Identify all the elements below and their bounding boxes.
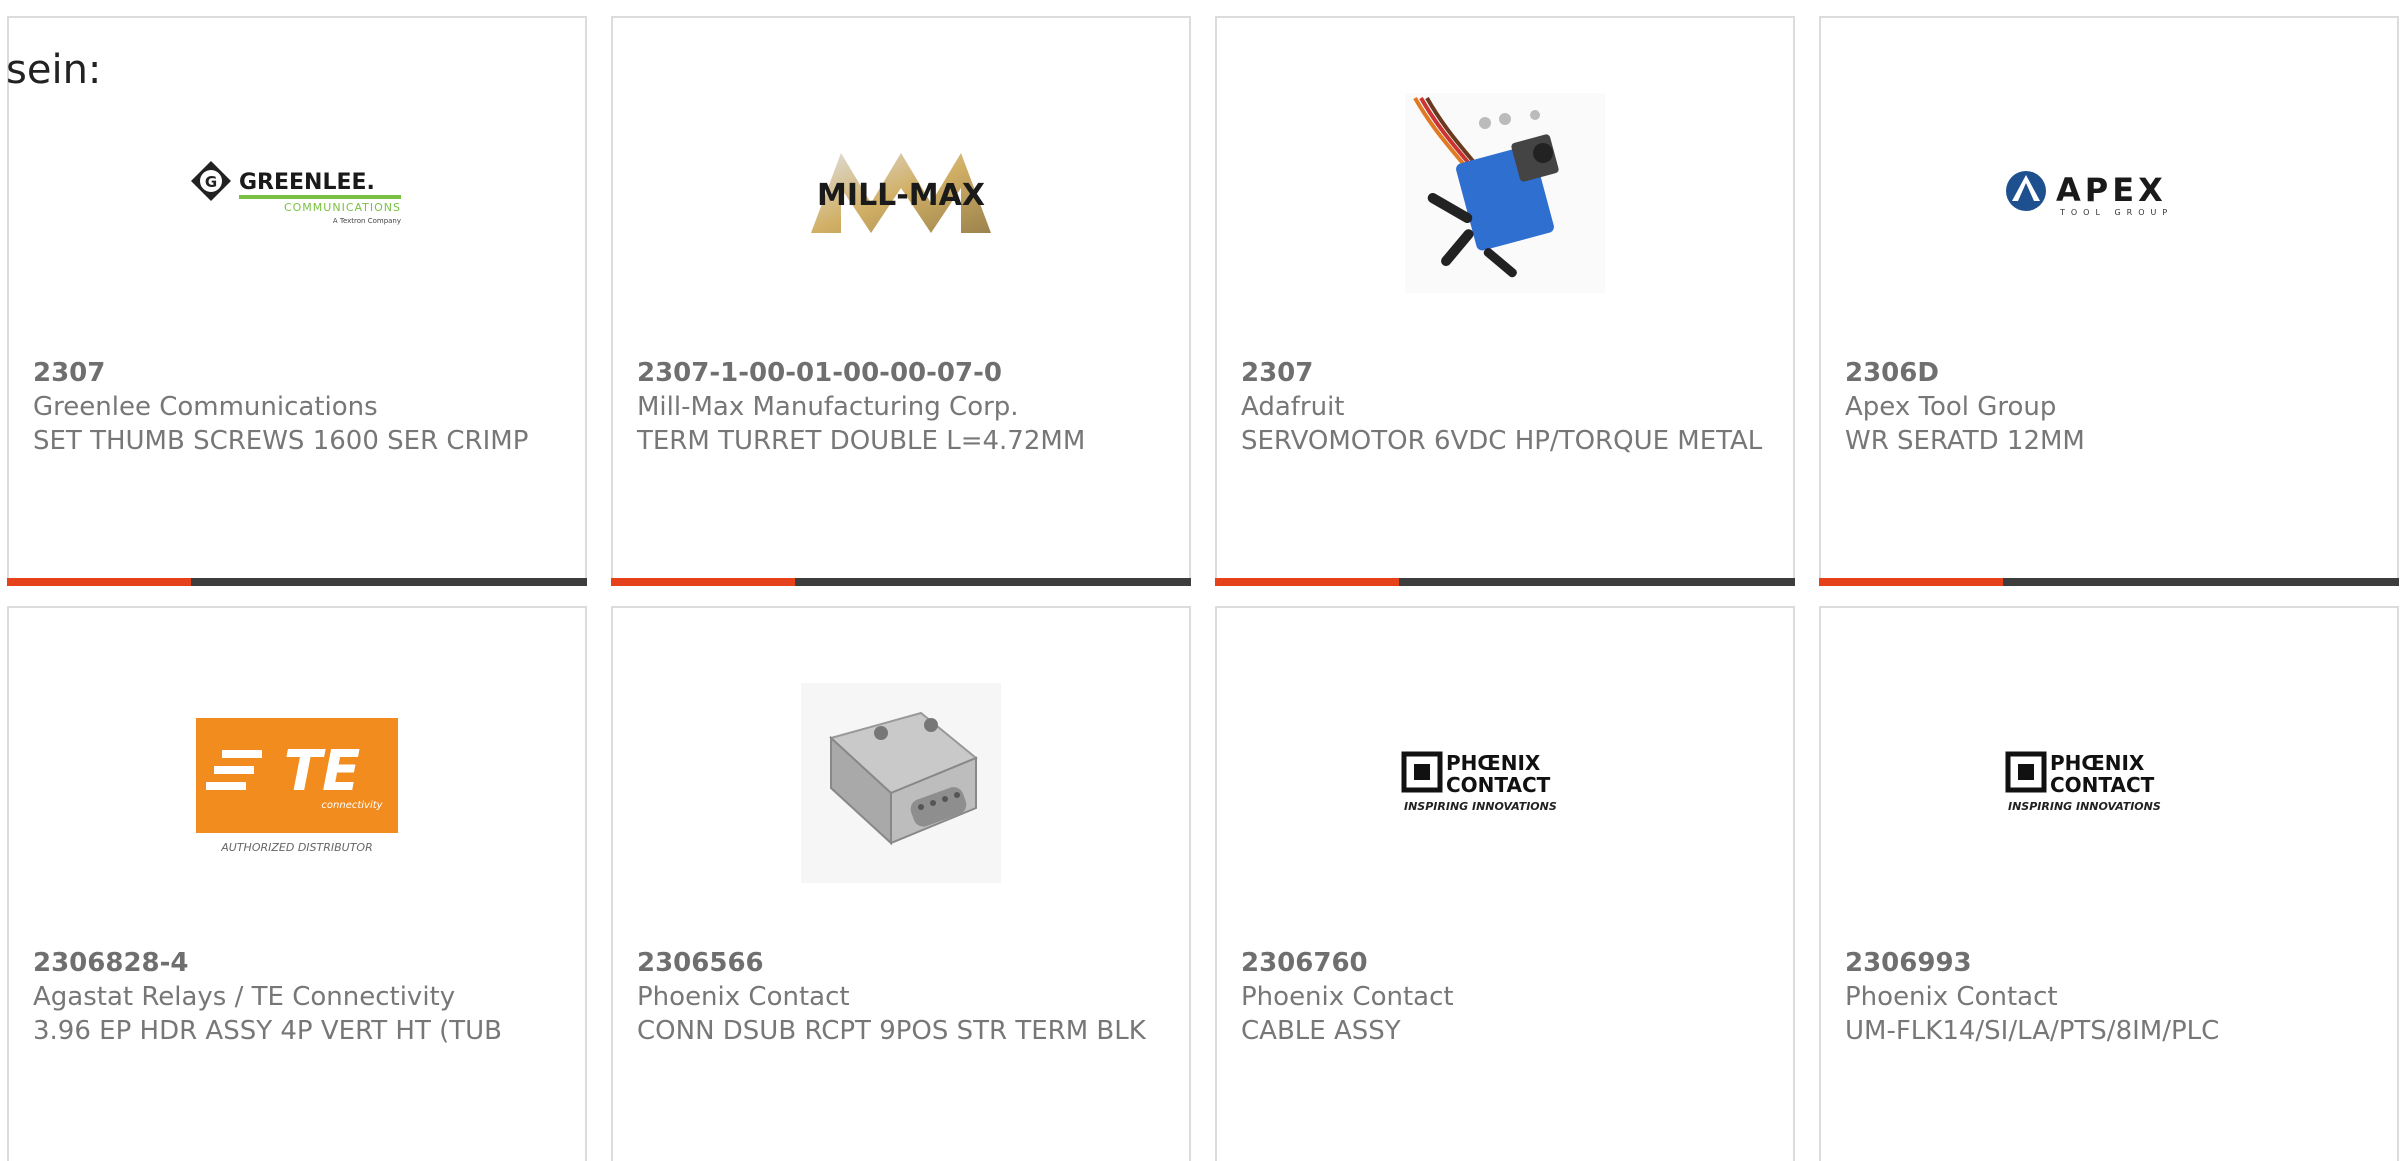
description: SERVOMOTOR 6VDC HP/TORQUE METAL bbox=[1241, 426, 1763, 456]
description: CONN DSUB RCPT 9POS STR TERM BLK bbox=[637, 1016, 1146, 1046]
product-card[interactable]: MILL-MAX 2307-1-00-01-00-00-07-0 Mill-Ma… bbox=[611, 16, 1191, 586]
manufacturer: Phoenix Contact bbox=[1845, 982, 2058, 1012]
svg-text:INSPIRING INNOVATIONS: INSPIRING INNOVATIONS bbox=[2008, 800, 2161, 813]
svg-text:G: G bbox=[205, 173, 217, 191]
product-info: 2306D Apex Tool Group WR SERATD 12MM bbox=[1845, 356, 2373, 458]
part-number[interactable]: 2306828-4 bbox=[33, 946, 561, 980]
phoenix-logo-icon: PHŒNIX CONTACT INSPIRING INNOVATIONS bbox=[1401, 751, 1557, 813]
description: TERM TURRET DOUBLE L=4.72MM bbox=[637, 426, 1086, 456]
product-card[interactable]: PHŒNIX CONTACT INSPIRING INNOVATIONS 230… bbox=[1819, 606, 2399, 1161]
te-logo-icon: TE connectivity AUTHORIZED DISTRIBUTOR bbox=[196, 718, 398, 854]
product-info: 2307-1-00-01-00-00-07-0 Mill-Max Manufac… bbox=[637, 356, 1165, 458]
dsub-photo-icon bbox=[801, 683, 1001, 883]
product-card[interactable]: APEX TOOL GROUP 2306D Apex Tool Group WR… bbox=[1819, 16, 2399, 586]
svg-text:INSPIRING INNOVATIONS: INSPIRING INNOVATIONS bbox=[1404, 800, 1557, 813]
product-info: 2306993 Phoenix Contact UM-FLK14/SI/LA/P… bbox=[1845, 946, 2373, 1048]
svg-text:AUTHORIZED DISTRIBUTOR: AUTHORIZED DISTRIBUTOR bbox=[220, 841, 373, 854]
card-accent-bar bbox=[611, 578, 1191, 586]
part-number[interactable]: 2306760 bbox=[1241, 946, 1769, 980]
product-image: MILL-MAX bbox=[613, 68, 1189, 318]
manufacturer: Greenlee Communications bbox=[33, 392, 378, 422]
product-image: PHŒNIX CONTACT INSPIRING INNOVATIONS bbox=[1821, 658, 2397, 908]
description: 3.96 EP HDR ASSY 4P VERT HT (TUB bbox=[33, 1016, 502, 1046]
part-number[interactable]: 2306566 bbox=[637, 946, 1165, 980]
description: SET THUMB SCREWS 1600 SER CRIMP bbox=[33, 426, 529, 456]
product-card[interactable]: PHŒNIX CONTACT INSPIRING INNOVATIONS 230… bbox=[1215, 606, 1795, 1161]
manufacturer: Phoenix Contact bbox=[1241, 982, 1454, 1012]
product-info: 2307 Greenlee Communications SET THUMB S… bbox=[33, 356, 561, 458]
manufacturer: Agastat Relays / TE Connectivity bbox=[33, 982, 456, 1012]
product-card[interactable]: G GREENLEE. COMMUNICATIONS A Textron Com… bbox=[7, 16, 587, 586]
card-accent-bar bbox=[1819, 578, 2399, 586]
product-card[interactable]: 2306566 Phoenix Contact CONN DSUB RCPT 9… bbox=[611, 606, 1191, 1161]
svg-text:TOOL GROUP: TOOL GROUP bbox=[2059, 208, 2173, 217]
svg-text:TE: TE bbox=[284, 739, 360, 804]
part-number[interactable]: 2306993 bbox=[1845, 946, 2373, 980]
svg-text:PHŒNIX: PHŒNIX bbox=[2050, 751, 2145, 775]
manufacturer: Apex Tool Group bbox=[1845, 392, 2057, 422]
description: CABLE ASSY bbox=[1241, 1016, 1401, 1046]
mill-max-logo-icon: MILL-MAX bbox=[811, 153, 991, 233]
product-info: 2306760 Phoenix Contact CABLE ASSY bbox=[1241, 946, 1769, 1048]
svg-text:connectivity: connectivity bbox=[321, 800, 383, 811]
product-card[interactable]: TE connectivity AUTHORIZED DISTRIBUTOR 2… bbox=[7, 606, 587, 1161]
svg-text:APEX: APEX bbox=[2056, 171, 2167, 209]
description: WR SERATD 12MM bbox=[1845, 426, 2085, 456]
svg-text:MILL-MAX: MILL-MAX bbox=[817, 178, 985, 213]
svg-text:PHŒNIX: PHŒNIX bbox=[1446, 751, 1541, 775]
manufacturer: Phoenix Contact bbox=[637, 982, 850, 1012]
svg-text:CONTACT: CONTACT bbox=[1446, 773, 1551, 797]
part-number[interactable]: 2307 bbox=[33, 356, 561, 390]
part-number[interactable]: 2307-1-00-01-00-00-07-0 bbox=[637, 356, 1165, 390]
product-grid: G GREENLEE. COMMUNICATIONS A Textron Com… bbox=[7, 16, 2399, 1161]
phoenix-logo-icon: PHŒNIX CONTACT INSPIRING INNOVATIONS bbox=[2005, 751, 2161, 813]
svg-text:COMMUNICATIONS: COMMUNICATIONS bbox=[284, 201, 401, 214]
card-accent-bar bbox=[1215, 578, 1795, 586]
svg-text:CONTACT: CONTACT bbox=[2050, 773, 2155, 797]
product-info: 2306828-4 Agastat Relays / TE Connectivi… bbox=[33, 946, 561, 1048]
part-number[interactable]: 2306D bbox=[1845, 356, 2373, 390]
product-image bbox=[613, 658, 1189, 908]
description: UM-FLK14/SI/LA/PTS/8IM/PLC bbox=[1845, 1016, 2220, 1046]
product-image: PHŒNIX CONTACT INSPIRING INNOVATIONS bbox=[1217, 658, 1793, 908]
product-info: 2306566 Phoenix Contact CONN DSUB RCPT 9… bbox=[637, 946, 1165, 1048]
product-image: G GREENLEE. COMMUNICATIONS A Textron Com… bbox=[9, 68, 585, 318]
page: sein: G GREENLEE. COMMUNICATIONS A Textr… bbox=[0, 0, 2400, 1161]
svg-text:A Textron Company: A Textron Company bbox=[333, 217, 401, 225]
servo-photo-icon bbox=[1405, 93, 1605, 293]
manufacturer: Adafruit bbox=[1241, 392, 1345, 422]
svg-text:GREENLEE.: GREENLEE. bbox=[239, 170, 375, 195]
product-info: 2307 Adafruit SERVOMOTOR 6VDC HP/TORQUE … bbox=[1241, 356, 1769, 458]
product-card[interactable]: 2307 Adafruit SERVOMOTOR 6VDC HP/TORQUE … bbox=[1215, 16, 1795, 586]
product-image bbox=[1217, 68, 1793, 318]
intro-text: sein: bbox=[6, 47, 102, 93]
part-number[interactable]: 2307 bbox=[1241, 356, 1769, 390]
product-image: APEX TOOL GROUP bbox=[1821, 68, 2397, 318]
apex-logo-icon: APEX TOOL GROUP bbox=[2006, 171, 2173, 217]
product-image: TE connectivity AUTHORIZED DISTRIBUTOR bbox=[9, 658, 585, 908]
manufacturer: Mill-Max Manufacturing Corp. bbox=[637, 392, 1019, 422]
greenlee-logo-icon: G GREENLEE. COMMUNICATIONS A Textron Com… bbox=[191, 161, 401, 225]
card-accent-bar bbox=[7, 578, 587, 586]
